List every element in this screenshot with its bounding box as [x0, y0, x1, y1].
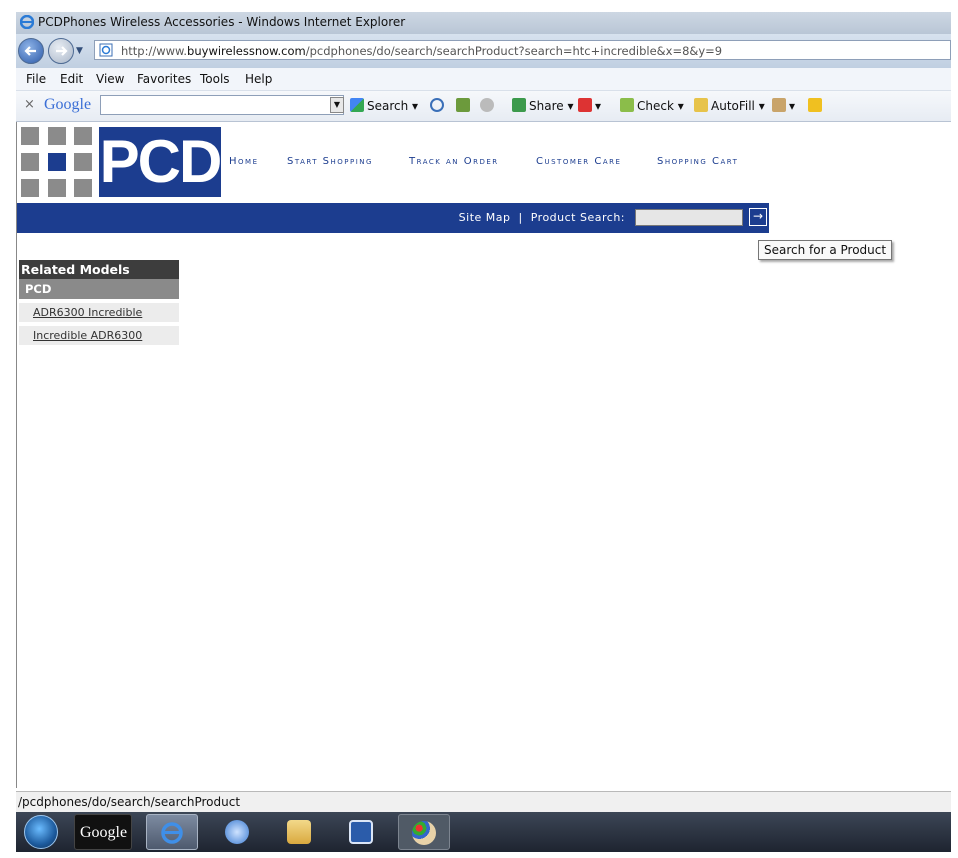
- back-button[interactable]: [18, 38, 44, 64]
- menu-tools[interactable]: Tools: [200, 72, 230, 86]
- share-icon: [512, 98, 526, 112]
- search-go-button[interactable]: →: [749, 208, 767, 226]
- google-search-icon: [350, 98, 364, 112]
- spell-check-icon: [620, 98, 634, 112]
- pcd-logo[interactable]: PCD: [21, 127, 222, 197]
- paint-palette-icon: [412, 821, 436, 845]
- wrench-icon: [772, 98, 786, 112]
- taskbar-word[interactable]: [336, 814, 388, 850]
- google-logo: Google: [44, 96, 92, 113]
- search-tooltip: Search for a Product: [758, 240, 893, 260]
- product-search-label: Product Search:: [530, 211, 625, 224]
- disc-icon: [480, 98, 494, 112]
- related-models-sidebar: Related Models PCD ADR6300 Incredible In…: [19, 260, 179, 345]
- word-icon: [349, 820, 373, 844]
- window-title: PCDPhones Wireless Accessories - Windows…: [38, 15, 406, 29]
- product-search-input[interactable]: [635, 209, 743, 226]
- status-text: /pcdphones/do/search/searchProduct: [18, 795, 241, 809]
- list-item: Incredible ADR6300: [19, 326, 179, 345]
- arrow-left-icon: [24, 46, 36, 56]
- page-icon: [99, 43, 113, 57]
- taskbar-google[interactable]: Google: [74, 814, 132, 850]
- google-search-button[interactable]: Search ▾: [350, 98, 418, 113]
- arrow-right-icon: →: [752, 209, 764, 223]
- folder-icon: [287, 820, 311, 844]
- autofill-icon: [694, 98, 708, 112]
- recent-pages-dropdown[interactable]: ▼: [76, 46, 83, 56]
- compass-icon: [430, 98, 444, 112]
- page-content: PCD Home Start Shopping Track an Order C…: [16, 122, 952, 788]
- taskbar-ie[interactable]: [146, 814, 198, 850]
- address-bar: ▼ http://www.buywirelessnow.com/pcdphone…: [16, 34, 951, 68]
- tools-button[interactable]: ▾: [772, 98, 795, 113]
- sidebar-group: PCD: [19, 279, 179, 299]
- taskbar-itunes[interactable]: [212, 814, 264, 850]
- search-bar: Site Map | Product Search: →: [17, 203, 769, 233]
- site-map-link[interactable]: Site Map: [459, 211, 511, 224]
- nav-home[interactable]: Home: [229, 156, 259, 167]
- taskbar: Google: [16, 812, 951, 852]
- share-button[interactable]: Share ▾: [512, 98, 573, 113]
- model-link[interactable]: Incredible ADR6300: [33, 329, 142, 342]
- highlighter-icon: [808, 98, 822, 112]
- music-icon: [225, 820, 249, 844]
- menu-view[interactable]: View: [96, 72, 124, 86]
- taskbar-explorer[interactable]: [274, 814, 326, 850]
- compass-button[interactable]: [430, 98, 447, 113]
- menu-help[interactable]: Help: [245, 72, 272, 86]
- ie-icon: [161, 822, 183, 844]
- menu-favorites[interactable]: Favorites: [137, 72, 191, 86]
- google-search-input[interactable]: [100, 95, 344, 115]
- menu-file[interactable]: File: [26, 72, 46, 86]
- forward-button[interactable]: [48, 38, 74, 64]
- spell-check-button[interactable]: Check ▾: [620, 98, 684, 113]
- window-titlebar: PCDPhones Wireless Accessories - Windows…: [16, 12, 951, 34]
- url-text: http://www.buywirelessnow.com/pcdphones/…: [121, 44, 723, 58]
- list-item: ADR6300 Incredible: [19, 303, 179, 322]
- ie-icon: [20, 15, 34, 29]
- nav-customer-care[interactable]: Customer Care: [536, 156, 621, 167]
- start-button[interactable]: [24, 815, 58, 849]
- model-link[interactable]: ADR6300 Incredible: [33, 306, 142, 319]
- url-field[interactable]: http://www.buywirelessnow.com/pcdphones/…: [94, 40, 951, 60]
- menu-edit[interactable]: Edit: [60, 72, 83, 86]
- taskbar-paint[interactable]: [398, 814, 450, 850]
- highlighter-button[interactable]: [808, 98, 825, 113]
- popup-blocker-button[interactable]: ▾: [578, 98, 601, 113]
- nav-track-order[interactable]: Track an Order: [409, 156, 499, 167]
- arrow-right-icon: [56, 46, 68, 56]
- separator: |: [518, 211, 523, 224]
- nav-start-shopping[interactable]: Start Shopping: [287, 156, 373, 167]
- google-search-dropdown[interactable]: ▼: [330, 97, 344, 113]
- status-bar: /pcdphones/do/search/searchProduct: [16, 791, 951, 812]
- search-bar-links: Site Map | Product Search:: [459, 211, 625, 224]
- popup-blocker-icon: [578, 98, 592, 112]
- picture-button[interactable]: [456, 98, 473, 113]
- sidebar-header: Related Models: [19, 260, 179, 279]
- menu-bar: File Edit View Favorites Tools Help: [16, 68, 951, 91]
- picture-icon: [456, 98, 470, 112]
- google-toolbar: × Google ▼ Search ▾ Share ▾ ▾ Check ▾ Au…: [16, 91, 951, 122]
- disc-button[interactable]: [480, 98, 497, 113]
- close-toolbar-button[interactable]: ×: [24, 97, 35, 112]
- nav-shopping-cart[interactable]: Shopping Cart: [657, 156, 738, 167]
- logo-text: PCD: [99, 127, 222, 197]
- autofill-button[interactable]: AutoFill ▾: [694, 98, 765, 113]
